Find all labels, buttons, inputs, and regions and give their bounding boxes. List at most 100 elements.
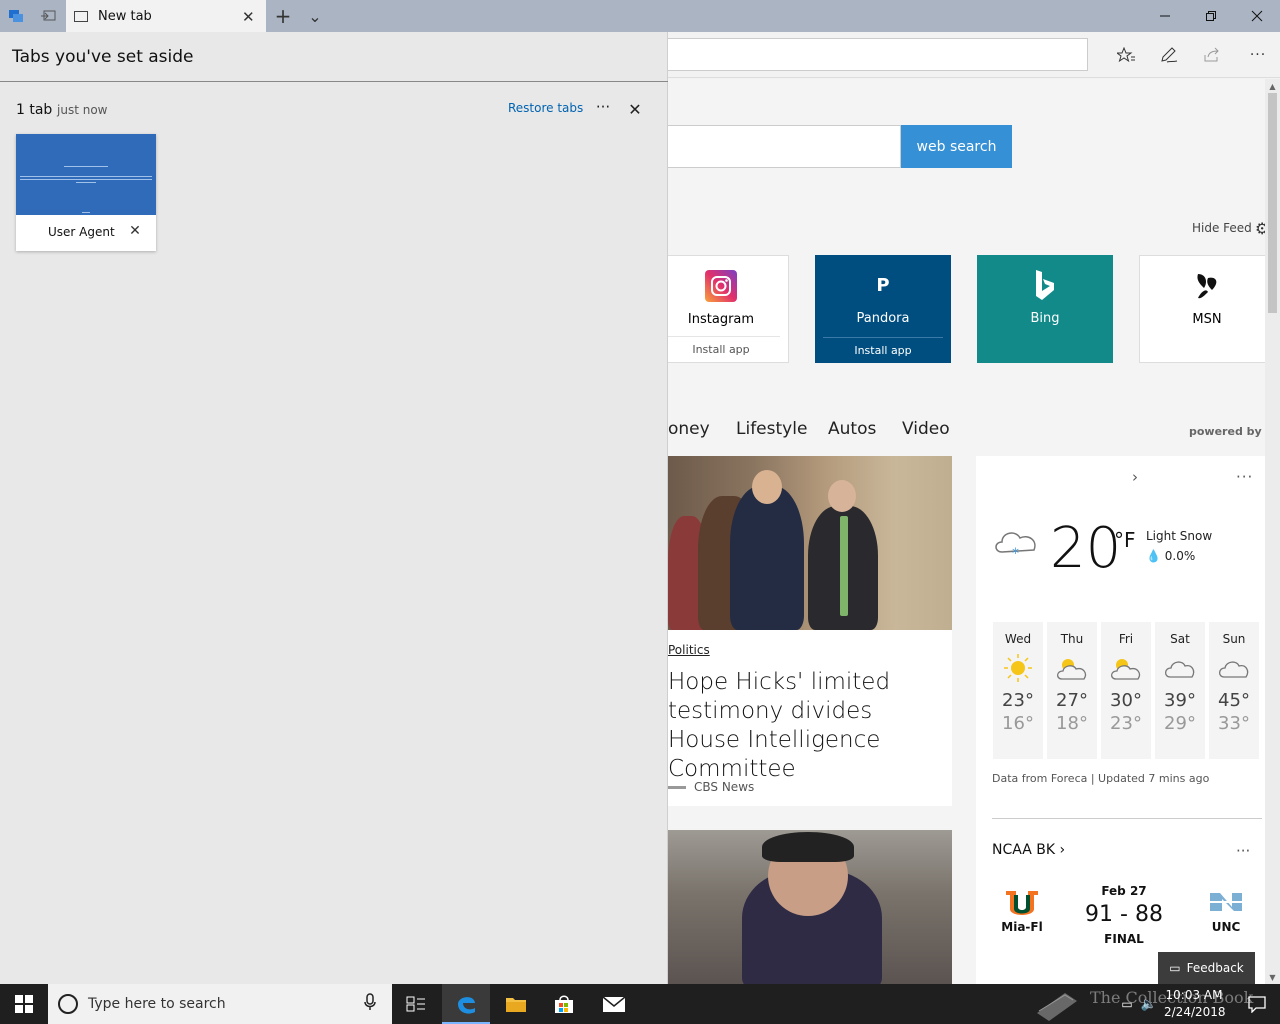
tile-pandora[interactable]: P Pandora Install app (815, 255, 951, 363)
taskbar-search[interactable]: Type here to search (48, 984, 392, 1024)
sports-title-text: NCAA BK (992, 842, 1056, 858)
close-icon[interactable]: ✕ (126, 222, 144, 240)
tile-label: Pandora (856, 311, 910, 326)
forecast-low: 29° (1164, 713, 1196, 734)
precipitation-value: 0.0% (1164, 549, 1196, 563)
feedback-icon: ▭ (1169, 961, 1181, 975)
tab-list-button[interactable]: ⌄ (300, 0, 330, 32)
forecast-low: 33° (1218, 713, 1250, 734)
windows-start-icon[interactable] (0, 984, 48, 1024)
restore-tabs-link[interactable]: Restore tabs (508, 101, 583, 115)
more-icon[interactable]: ··· (1244, 43, 1272, 67)
tile-msn[interactable]: MSN (1139, 255, 1265, 363)
forecast-day-name: Fri (1118, 632, 1134, 646)
notes-icon[interactable] (1155, 43, 1183, 67)
file-explorer-icon[interactable] (492, 984, 540, 1024)
weather-card: › ··· * 20 °F Light Snow 💧 0.0% Wed 23° … (976, 456, 1265, 984)
thumbnail-label: User Agent (48, 225, 115, 239)
clock-date[interactable]: 2/24/2018 (1164, 1005, 1226, 1019)
forecast-day: Fri 30° 23° (1101, 622, 1151, 759)
close-tab-icon[interactable]: ✕ (242, 8, 255, 26)
action-center-icon[interactable] (1234, 984, 1280, 1024)
volume-icon[interactable]: 🔈 (1138, 984, 1160, 1024)
scroll-up-icon[interactable]: ▲ (1265, 79, 1280, 93)
tile-instagram[interactable]: Instagram Install app (653, 255, 789, 363)
forecast-high: 27° (1056, 690, 1088, 711)
more-options-button[interactable]: ··· (592, 96, 614, 118)
game-status: FINAL (1104, 932, 1144, 946)
cortana-icon (58, 994, 78, 1014)
tile-label: Bing (1030, 311, 1060, 326)
scroll-down-icon[interactable]: ▼ (1265, 970, 1280, 984)
book-watermark-icon (1032, 984, 1082, 1024)
tabs-aside-icon[interactable] (0, 0, 32, 32)
tabs-aside-panel: Tabs you've set aside 1 tab just now Res… (0, 32, 668, 984)
aside-tab-thumbnail[interactable]: User Agent ✕ (16, 134, 156, 251)
nav-category[interactable]: Autos (828, 419, 876, 439)
game-score: 91 - 88 (1085, 902, 1163, 927)
gear-icon[interactable]: ⚙ (1255, 219, 1265, 238)
title-bar: New tab ✕ + ⌄ (0, 0, 1280, 33)
taskbar-search-placeholder: Type here to search (88, 996, 226, 1012)
minimize-button[interactable] (1142, 0, 1188, 32)
install-app-link[interactable]: Install app (662, 336, 780, 356)
tab-new-tab[interactable]: New tab ✕ (66, 0, 266, 33)
microphone-icon[interactable] (364, 993, 376, 1015)
tile-label: MSN (1192, 312, 1222, 327)
new-tab-button[interactable]: + (268, 0, 298, 32)
bing-icon (1029, 269, 1061, 301)
news-photo (668, 456, 952, 630)
forecast-day: Wed 23° 16° (993, 622, 1043, 759)
divider (0, 81, 668, 82)
weather-condition: Light Snow (1146, 529, 1213, 543)
partly-cloudy-icon (1047, 650, 1097, 686)
weather-footer: Data from Foreca | Updated 7 mins ago (992, 772, 1210, 785)
powered-by-label: powered by MS (1189, 425, 1265, 438)
vertical-scrollbar[interactable]: ▲ ▼ (1265, 79, 1280, 984)
mail-icon[interactable] (590, 984, 638, 1024)
set-tabs-aside-icon[interactable] (32, 0, 64, 32)
chevron-right-icon[interactable]: › (1132, 468, 1138, 486)
hide-feed-link[interactable]: Hide Feed (1192, 221, 1252, 235)
more-icon[interactable]: ··· (1236, 842, 1250, 860)
home-team[interactable]: Mia-Fl (992, 884, 1052, 934)
tile-bing[interactable]: Bing (977, 255, 1113, 363)
news-category[interactable]: Politics (668, 643, 710, 657)
news-card[interactable]: Politics Hope Hicks' limited testimony d… (668, 456, 952, 806)
away-team[interactable]: UNC (1196, 884, 1256, 934)
nav-category[interactable]: oney (668, 419, 710, 439)
forecast-low: 23° (1110, 713, 1142, 734)
store-icon[interactable] (540, 984, 588, 1024)
edge-icon[interactable] (442, 984, 490, 1024)
news-card[interactable] (668, 830, 952, 984)
install-app-link[interactable]: Install app (823, 337, 943, 357)
chevron-right-icon: › (1059, 842, 1066, 858)
restore-button[interactable] (1188, 0, 1234, 32)
more-icon[interactable]: ··· (1236, 468, 1253, 486)
network-icon[interactable]: ▭ (1116, 984, 1138, 1024)
task-view-icon[interactable] (392, 984, 440, 1024)
clock-time[interactable]: 10:03 AM (1164, 988, 1224, 1002)
news-headline[interactable]: Hope Hicks' limited testimony divides Ho… (668, 668, 948, 784)
news-photo (668, 830, 952, 984)
sports-title[interactable]: NCAA BK › (992, 842, 1065, 858)
source-logo (668, 786, 686, 789)
instagram-icon (705, 270, 737, 302)
share-icon[interactable] (1199, 43, 1227, 67)
temperature-unit: °F (1114, 528, 1136, 552)
nav-category[interactable]: Lifestyle (736, 419, 807, 439)
close-icon[interactable]: ✕ (624, 98, 646, 120)
nav-category[interactable]: Video (902, 419, 950, 439)
precipitation: 💧 0.0% (1146, 549, 1195, 563)
web-search-button[interactable]: web search (901, 125, 1012, 168)
forecast-day-name: Sat (1170, 632, 1190, 646)
scroll-thumb[interactable] (1268, 93, 1277, 313)
away-team-name: UNC (1211, 920, 1241, 934)
feedback-button[interactable]: ▭ Feedback (1158, 952, 1255, 984)
divider (992, 818, 1262, 819)
news-source: CBS News (694, 780, 755, 794)
close-window-button[interactable] (1234, 0, 1280, 32)
cloudy-icon (1209, 650, 1259, 686)
favorites-icon[interactable] (1112, 43, 1140, 67)
forecast-low: 18° (1056, 713, 1088, 734)
